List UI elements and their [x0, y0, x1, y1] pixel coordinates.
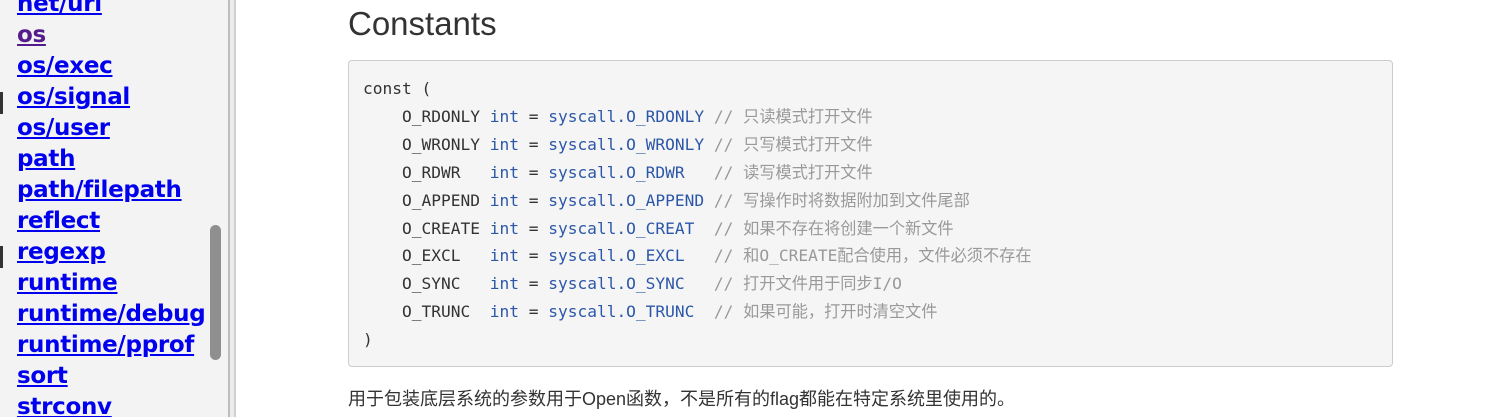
sidebar-link-reflect[interactable]: reflect [17, 208, 100, 234]
constant-value: syscall.O_APPEND [548, 190, 705, 210]
code-comment: // 打开文件用于同步I/O [713, 274, 902, 294]
code-close: ) [363, 330, 373, 350]
assign-operator: = [528, 302, 539, 322]
constant-name: O_TRUNC [401, 302, 471, 322]
constant-name: O_RDWR [401, 162, 461, 182]
code-comment: // 写操作时将数据附加到文件尾部 [713, 190, 970, 210]
code-text: const ( O_RDONLY int = syscall.O_RDONLY … [363, 75, 1378, 354]
constant-name: O_EXCL [401, 246, 461, 266]
constant-value: syscall.O_RDWR [548, 162, 685, 182]
constant-value: syscall.O_CREAT [548, 218, 695, 238]
sidebar-link-runtime[interactable]: runtime [17, 270, 118, 296]
sidebar-item: path/filepath [17, 175, 205, 206]
assign-operator: = [528, 190, 539, 210]
sidebar-item: os/signal [17, 82, 205, 113]
code-comment: // 读写模式打开文件 [713, 162, 873, 182]
sidebar-item: reflect [17, 206, 205, 237]
sidebar-link-os-signal[interactable]: os/signal [17, 84, 130, 110]
package-sidebar: net/url os os/exec os/signal os/user path path… [0, 0, 205, 417]
code-comment: // 只写模式打开文件 [713, 134, 873, 154]
sidebar-link-runtime-pprof[interactable]: runtime/pprof [17, 332, 194, 358]
sidebar-link-strconv[interactable]: strconv [17, 394, 112, 417]
sidebar-link-path[interactable]: path [17, 146, 75, 172]
sidebar-item: runtime/debug [17, 299, 205, 330]
constant-name: O_RDONLY [401, 106, 480, 126]
sidebar-link-regexp[interactable]: regexp [17, 239, 106, 265]
constant-type: int [489, 162, 519, 182]
sidebar-item: regexp [17, 237, 205, 268]
section-title: Constants [348, 5, 497, 42]
package-list: net/url os os/exec os/signal os/user path path… [17, 0, 205, 417]
assign-operator: = [528, 106, 539, 126]
constant-type: int [489, 190, 519, 210]
assign-operator: = [528, 218, 539, 238]
code-comment: // 和O_CREATE配合使用，文件必须不存在 [713, 246, 1032, 266]
sidebar-edge-mark [0, 246, 3, 268]
pane-splitter[interactable] [228, 0, 236, 417]
sidebar-link-os-user[interactable]: os/user [17, 115, 110, 141]
constant-type: int [489, 106, 519, 126]
assign-operator: = [528, 162, 539, 182]
code-comment: // 只读模式打开文件 [713, 106, 873, 126]
sidebar-link-os[interactable]: os [17, 22, 46, 48]
constant-name: O_APPEND [401, 190, 480, 210]
main-content: Constants const ( O_RDONLY int = syscall… [236, 0, 1500, 417]
sidebar-item: os [17, 20, 205, 51]
constant-name: O_CREATE [401, 218, 480, 238]
assign-operator: = [528, 274, 539, 294]
code-open: const ( [363, 79, 432, 98]
sidebar-item: net/url [17, 0, 205, 20]
sidebar-link-os-exec[interactable]: os/exec [17, 53, 113, 79]
browser-viewport: net/url os os/exec os/signal os/user path path… [0, 0, 1500, 417]
code-comment: // 如果可能，打开时清空文件 [713, 302, 938, 322]
constant-name: O_WRONLY [401, 134, 480, 154]
sidebar-edge-mark [0, 92, 3, 114]
sidebar-link-sort[interactable]: sort [17, 363, 68, 389]
assign-operator: = [528, 134, 539, 154]
sidebar-link-path-filepath[interactable]: path/filepath [17, 177, 182, 203]
sidebar-item: path [17, 144, 205, 175]
constant-value: syscall.O_EXCL [548, 246, 685, 266]
assign-operator: = [528, 246, 539, 266]
constant-type: int [489, 302, 519, 322]
constant-value: syscall.O_WRONLY [548, 134, 705, 154]
constant-value: syscall.O_TRUNC [548, 302, 695, 322]
sidebar-item: runtime/pprof [17, 330, 205, 361]
constant-name: O_SYNC [401, 274, 461, 294]
constant-type: int [489, 218, 519, 238]
sidebar-link-runtime-debug[interactable]: runtime/debug [17, 301, 205, 327]
code-block: const ( O_RDONLY int = syscall.O_RDONLY … [348, 60, 1393, 367]
sidebar-item: sort [17, 361, 205, 392]
constant-value: syscall.O_SYNC [548, 274, 685, 294]
constant-type: int [489, 134, 519, 154]
sidebar-item: os/exec [17, 51, 205, 82]
constant-type: int [489, 274, 519, 294]
sidebar-scrollbar[interactable] [205, 0, 228, 417]
constant-value: syscall.O_RDONLY [548, 106, 705, 126]
sidebar-link-net-url[interactable]: net/url [17, 0, 102, 17]
code-comment: // 如果不存在将创建一个新文件 [713, 218, 954, 238]
sidebar-item: strconv [17, 392, 205, 417]
sidebar-item: runtime [17, 268, 205, 299]
constant-type: int [489, 246, 519, 266]
section-description: 用于包装底层系统的参数用于Open函数，不是所有的flag都能在特定系统里使用的… [348, 389, 1016, 409]
scrollbar-thumb[interactable] [210, 225, 221, 360]
sidebar-item: os/user [17, 113, 205, 144]
